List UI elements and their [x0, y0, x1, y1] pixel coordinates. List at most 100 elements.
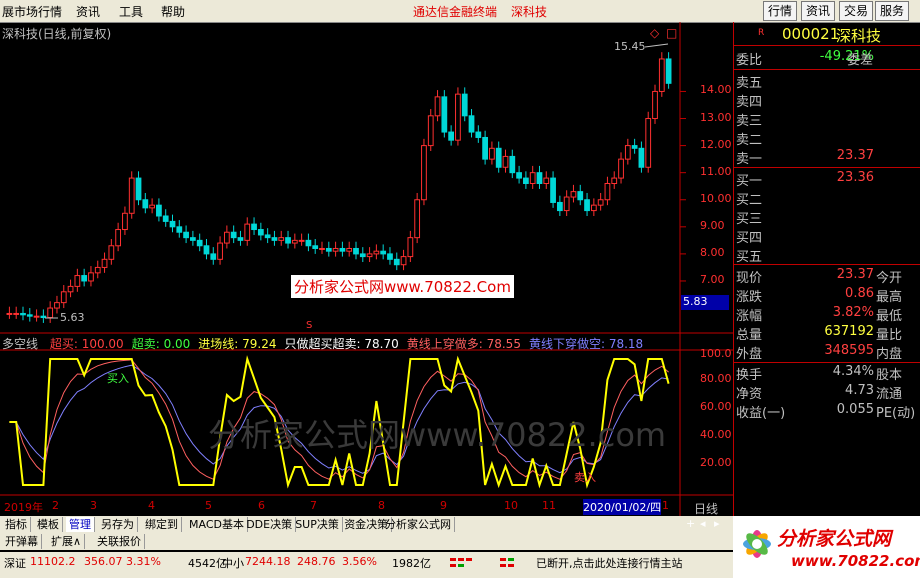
date-axis: 2019年 2 3 4 5 6 7 8 9 10 11 2020/01/02/四 1 — [0, 499, 680, 516]
candle-body — [577, 191, 584, 201]
buy-row: 买一 23.36 — [734, 170, 920, 189]
candle-body — [47, 307, 54, 319]
stat-label: 净资 — [736, 387, 763, 402]
candle-body — [427, 115, 434, 147]
candle-body — [556, 201, 563, 212]
candle-body — [60, 291, 67, 304]
stat-value: 3.82% — [832, 305, 874, 320]
buy-row: 买二 — [734, 189, 920, 208]
indicator-tab[interactable]: 指标 — [2, 517, 31, 532]
date-tick: 11 — [542, 499, 556, 512]
candle-body — [448, 131, 455, 141]
shen-value: 11102.2 — [30, 555, 76, 568]
news-button[interactable]: 资讯 — [801, 1, 836, 21]
menu-market[interactable]: 展市场行情 — [2, 3, 62, 20]
stat-label: 涨跌 — [736, 290, 763, 305]
buy1-price: 23.36 — [836, 170, 874, 185]
candle-body — [489, 147, 495, 160]
window-icon[interactable]: □ — [666, 26, 677, 40]
stat-label-right: 流通 — [876, 387, 903, 402]
indicator-label: 黄线上穿做多: — [406, 337, 483, 351]
zx-pct: 3.56% — [342, 555, 377, 568]
candle-body — [597, 199, 604, 206]
stat-label-right: 最高 — [876, 290, 903, 305]
disconnected-link[interactable]: 已断开,点击此处连接行情主站 — [536, 555, 683, 571]
sell-marker: 卖入 — [574, 471, 596, 484]
kline-chart[interactable]: S 深科技(日线,前复权) 15.45 5.63 ◇ □ 分析家公式网www.7… — [0, 22, 733, 516]
indicator-label: 黄线下穿做空: — [528, 337, 605, 351]
indicator-tabs: 指标 模板 管理 另存为 绑定到 MACD基本 DDE决策 SUP决策 资金决策 分析家公式网 — [0, 516, 733, 533]
stock-title: 深科技 — [511, 5, 548, 19]
extra-tab[interactable]: 扩展∧ — [48, 534, 86, 549]
indicator-value: 78.18 — [605, 337, 644, 351]
add-tab-icon[interactable]: + — [686, 517, 695, 530]
indicator-tab[interactable]: 分析家公式网 — [382, 517, 455, 532]
indicator-tab[interactable]: DDE决策 — [243, 517, 297, 532]
buy-row: 买三 — [734, 208, 920, 227]
candle-body — [298, 239, 305, 242]
indicator-tab[interactable]: 模板 — [34, 517, 63, 532]
candle-body — [244, 223, 251, 241]
stat-label: 换手 — [736, 368, 763, 383]
stat-value: 637192 — [824, 324, 874, 339]
tab-right-icon[interactable]: ▸ — [714, 517, 720, 530]
candle-body — [604, 183, 611, 201]
date-tick: 5 — [205, 499, 212, 512]
price-tick: 8.00 — [700, 245, 725, 259]
candle-body — [624, 145, 631, 160]
candle-body — [305, 239, 312, 247]
candle-body — [536, 172, 543, 185]
indicator-tab[interactable]: 绑定到 — [142, 517, 182, 532]
diamond-icon: ◇ — [650, 26, 660, 40]
menu-news[interactable]: 资讯 — [76, 3, 100, 20]
candle-body — [169, 220, 176, 228]
date-tick: 2 — [52, 499, 59, 512]
indicator-tab[interactable]: MACD基本 — [186, 517, 248, 532]
weibi-label: 委比 — [736, 53, 763, 68]
candle-body — [543, 177, 550, 184]
tab-left-icon[interactable]: ◂ — [700, 517, 706, 530]
stat-label: 涨幅 — [736, 309, 763, 324]
menu-tools[interactable]: 工具 — [119, 3, 143, 20]
candle-body — [455, 93, 461, 141]
indicator-value: 79.24 — [238, 337, 277, 351]
extra-tab[interactable]: 关联报价 — [94, 534, 145, 549]
candle-body — [502, 155, 509, 168]
period-label[interactable]: 日线 — [694, 500, 718, 517]
indicator-tick: 40.00 — [700, 428, 732, 441]
indicator-tab[interactable]: 另存为 — [98, 517, 138, 532]
service-button[interactable]: 服务 — [875, 1, 910, 21]
candle-body — [210, 253, 217, 260]
menu-help[interactable]: 帮助 — [161, 3, 185, 20]
candle-body — [319, 247, 325, 250]
candle-body — [652, 90, 658, 120]
indicator-tab[interactable]: SUP决策 — [292, 517, 343, 532]
price-tick: 11.00 — [700, 164, 732, 178]
date-tick: 7 — [310, 499, 317, 512]
candle-body — [257, 229, 264, 236]
candle-body — [203, 245, 210, 255]
zx-amount: 1982亿 — [392, 557, 431, 570]
candle-body — [88, 272, 94, 282]
trade-button[interactable]: 交易 — [839, 1, 874, 21]
quote-button[interactable]: 行情 — [763, 1, 798, 21]
stat-value: 348595 — [824, 343, 874, 358]
indicator-tick: 20.00 — [700, 456, 732, 469]
price-tick: 9.00 — [700, 218, 725, 232]
candle-body — [461, 93, 468, 117]
indicator-tab[interactable]: 管理 — [66, 517, 95, 532]
indicator-tick: 100.0 — [700, 347, 732, 360]
sell-label: 卖二 — [736, 133, 763, 148]
indicator-value: 78.70 — [360, 337, 399, 351]
candle-body — [645, 118, 652, 168]
sell-row: 卖五 — [734, 72, 920, 91]
extra-tab[interactable]: 开弹幕 — [2, 534, 42, 549]
stat-label: 收益(一) — [736, 406, 786, 421]
buy-row: 买五 — [734, 246, 920, 265]
flower-logo-icon — [737, 522, 777, 569]
price-tick: 13.00 — [700, 110, 732, 124]
low-label: 5.63 — [60, 311, 85, 324]
menubar: 展市场行情 资讯 工具 帮助 通达信金融终端 深科技 行情 资讯 交易 服务 — [0, 0, 920, 23]
candle-body — [74, 275, 81, 287]
zx-label: 中小 — [222, 557, 244, 570]
